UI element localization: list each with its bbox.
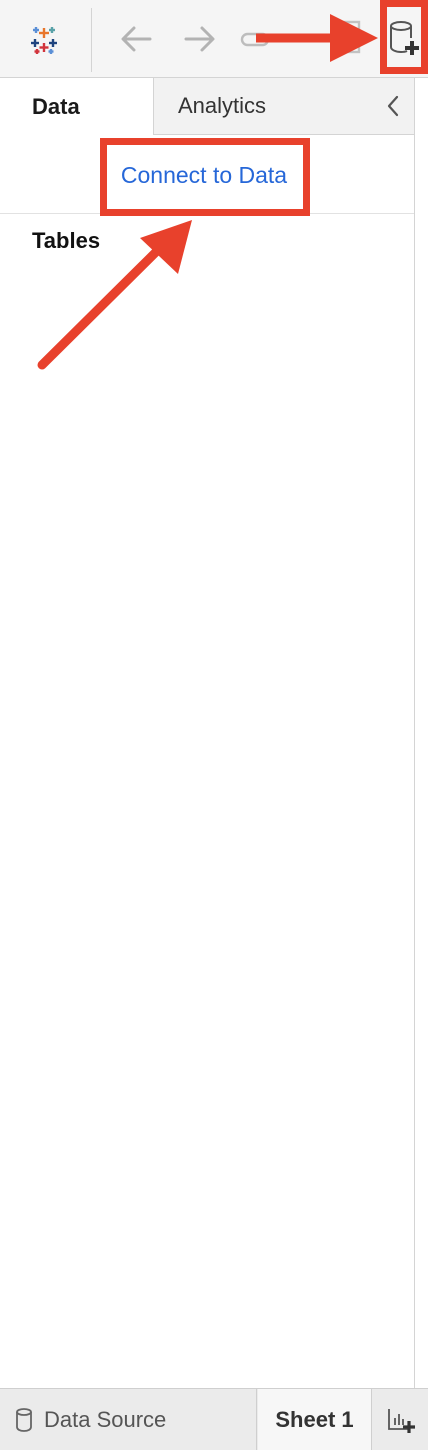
data-source-tab[interactable]: Data Source — [0, 1389, 257, 1450]
tab-analytics-label: Analytics — [178, 93, 267, 118]
sheet-tab-bar: Data Source Sheet 1 — [0, 1388, 428, 1450]
toolbar — [0, 0, 428, 78]
collapse-pane-button[interactable] — [375, 90, 411, 122]
save-button[interactable] — [326, 16, 366, 60]
tab-data-label: Data — [32, 93, 80, 119]
new-data-source-button[interactable] — [384, 6, 426, 68]
tables-heading: Tables — [32, 228, 101, 253]
redo-button[interactable] — [236, 24, 276, 54]
pane-divider — [414, 135, 415, 1388]
forward-button[interactable] — [176, 18, 224, 60]
annotation-arrows — [37, 14, 378, 370]
back-button[interactable] — [112, 18, 160, 60]
database-plus-icon — [390, 21, 419, 55]
tab-data[interactable]: Data — [0, 78, 154, 135]
sheet-tab-label: Sheet 1 — [275, 1406, 354, 1432]
data-source-label: Data Source — [44, 1406, 167, 1432]
database-icon — [16, 1407, 32, 1432]
new-worksheet-icon — [387, 1408, 415, 1433]
tableau-app-window: Data Analytics Connect to Data Tables Da… — [0, 0, 428, 1450]
tableau-logo-icon[interactable] — [20, 18, 68, 60]
connect-to-data-link[interactable]: Connect to Data — [104, 142, 304, 208]
save-icon — [337, 20, 361, 54]
toolbar-separator — [91, 8, 92, 72]
arrow-right-icon — [184, 26, 215, 52]
arrow-left-icon — [121, 26, 152, 52]
side-pane-tabs: Data Analytics — [0, 78, 428, 135]
redo-icon — [240, 32, 270, 47]
sheet-tab-sheet-1[interactable]: Sheet 1 — [258, 1389, 372, 1450]
new-worksheet-button[interactable] — [373, 1389, 428, 1450]
chevron-left-icon — [387, 95, 399, 117]
